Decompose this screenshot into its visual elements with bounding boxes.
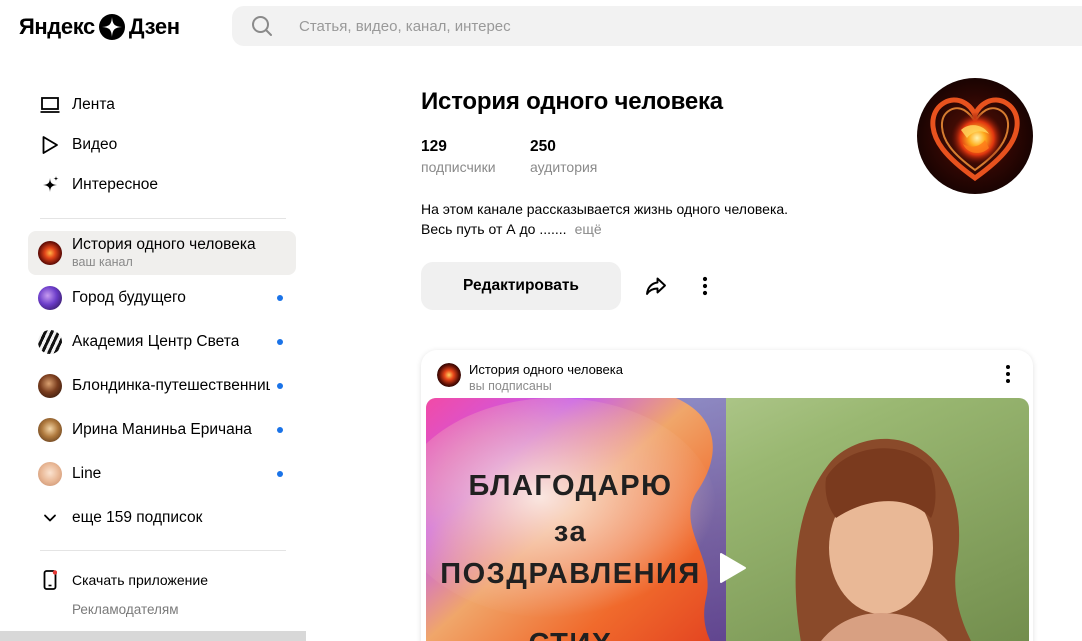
unread-dot (277, 339, 283, 345)
channel-title: История одного человека (421, 88, 723, 115)
sidebar-subscription[interactable]: Блондинка-путешественница (28, 366, 296, 406)
sidebar-item-label: Интересное (72, 176, 159, 193)
channel-avatar (38, 330, 62, 354)
download-app-link[interactable]: Скачать приложение (40, 568, 208, 592)
sidebar-item-video[interactable]: Видео (40, 132, 117, 158)
thumbnail-caption-line: за (553, 516, 588, 548)
search-input[interactable] (299, 17, 799, 35)
post-more-options-icon[interactable] (999, 362, 1017, 386)
sidebar-subscription[interactable]: Город будущего (28, 278, 296, 318)
audience-stat: 250 аудитория (530, 138, 597, 175)
sidebar-subscription[interactable]: Академия Центр Света (28, 322, 296, 362)
zen-star-icon (98, 14, 125, 40)
description-line: На этом канале рассказывается жизнь одно… (421, 201, 789, 217)
unread-dot (277, 471, 283, 477)
sidebar-item-label: Видео (72, 136, 118, 153)
logo-yandex-text: Яндекс (19, 14, 95, 39)
page: Яндекс Дзен Лента (0, 0, 1082, 641)
sidebar-item-label: Лента (72, 96, 115, 113)
channel-avatar (38, 374, 62, 398)
channel-caption: ваш канал (72, 255, 133, 269)
thumbnail-caption-line: СТИХ (438, 628, 703, 641)
audience-label: аудитория (530, 159, 598, 175)
download-app-label: Скачать приложение (72, 572, 209, 588)
chevron-down-icon (40, 511, 60, 525)
sidebar-scrollbar[interactable] (0, 631, 306, 641)
description-line-2: Весь путь от А до ....... ещё (421, 219, 788, 239)
sidebar-subscription[interactable]: Line (28, 454, 296, 494)
logo[interactable]: Яндекс Дзен (19, 13, 180, 41)
show-more-subscriptions[interactable]: еще 159 подписок (40, 505, 202, 531)
sparkle-icon (40, 175, 60, 195)
thumbnail-caption-line: ПОЗДРАВЛЕНИЯ (440, 558, 701, 590)
advertisers-link[interactable]: Рекламодателям (72, 602, 179, 617)
audience-count: 250 (530, 138, 556, 155)
channel-name: Line (72, 465, 102, 482)
post-channel-name[interactable]: История одного человека (469, 362, 623, 377)
channel-name: Академия Центр Света (72, 333, 240, 350)
description-more-link[interactable]: ещё (575, 221, 602, 237)
sidebar-item-feed[interactable]: Лента (40, 92, 115, 118)
post-channel-avatar[interactable] (437, 363, 461, 387)
unread-dot (277, 295, 283, 301)
thumbnail-caption-line: БЛАГОДАРЮ (468, 470, 673, 502)
search-icon (251, 15, 273, 37)
unread-dot (277, 427, 283, 433)
sidebar-divider (40, 550, 286, 551)
sidebar-divider (40, 218, 286, 219)
post-card[interactable]: История одного человека вы подписаны БЛА… (421, 350, 1033, 641)
share-icon[interactable] (643, 273, 669, 299)
post-subscription-status: вы подписаны (469, 379, 552, 393)
logo-zen-text: Дзен (128, 14, 180, 39)
video-thumbnail[interactable]: БЛАГОДАРЮ за ПОЗДРАВЛЕНИЯ СТИХ (426, 398, 1029, 641)
subscribers-label: подписчики (421, 159, 496, 175)
subscribers-count: 129 (421, 138, 447, 155)
phone-icon (40, 570, 60, 590)
more-options-icon[interactable] (695, 273, 715, 299)
edit-channel-button[interactable]: Редактировать (421, 262, 621, 310)
channel-avatar (38, 462, 62, 486)
subscribers-stat[interactable]: 129 подписчики (421, 138, 496, 175)
channel-avatar (38, 418, 62, 442)
laptop-icon (40, 95, 60, 115)
channel-name: История одного человека (72, 236, 256, 253)
sidebar-subscription[interactable]: Ирина Маниньа Еричана (28, 410, 296, 450)
play-icon[interactable] (713, 550, 749, 586)
search-bar[interactable] (232, 6, 1082, 46)
play-outline-icon (40, 135, 60, 155)
channel-name: Город будущего (72, 289, 186, 306)
channel-avatar-large[interactable] (917, 78, 1033, 194)
sidebar: Лента Видео Интересное История одного че… (0, 80, 310, 641)
channel-avatar (38, 286, 62, 310)
channel-avatar (38, 241, 62, 265)
channel-name: Блондинка-путешественница (72, 377, 270, 394)
show-more-label: еще 159 подписок (72, 509, 203, 526)
description-text: Весь путь от А до ....... (421, 221, 567, 237)
unread-dot (277, 383, 283, 389)
channel-name: Ирина Маниньа Еричана (72, 421, 252, 438)
sidebar-channel-own[interactable]: История одного человека ваш канал (28, 231, 296, 275)
sidebar-item-interesting[interactable]: Интересное (40, 172, 158, 198)
channel-description: На этом канале рассказывается жизнь одно… (421, 199, 788, 239)
